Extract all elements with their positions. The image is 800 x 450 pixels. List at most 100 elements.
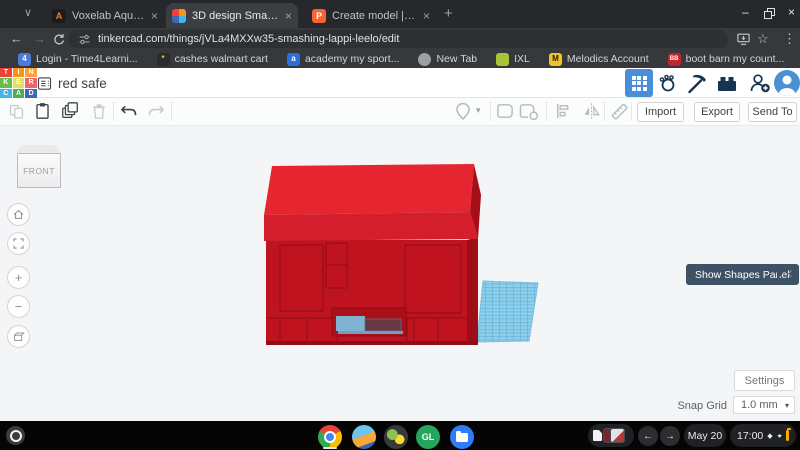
launcher-button[interactable]: [6, 426, 25, 445]
site-info-icon[interactable]: [78, 33, 91, 46]
ungroup-icon[interactable]: [519, 102, 539, 120]
design-properties-icon[interactable]: [37, 76, 52, 91]
browser-tab-strip: ∨ A Voxelab Aquila S3 3D Printer × 3D de…: [0, 0, 800, 28]
undo-icon[interactable]: [120, 103, 137, 119]
url-bar[interactable]: tinkercad.com/things/jVLa4MXXw35-smashin…: [68, 30, 728, 48]
logo-cell: E: [12, 78, 25, 88]
import-button[interactable]: Import: [637, 102, 684, 122]
design-canvas[interactable]: FRONT + − Show Shapes Panel ‹ Settings S…: [0, 126, 800, 421]
lego-brick-icon[interactable]: [716, 74, 738, 93]
bookmarks-bar: 4 Login - Time4Learni... * cashes walmar…: [0, 50, 800, 68]
group-icon[interactable]: [496, 102, 515, 120]
install-app-icon[interactable]: [736, 32, 751, 46]
bookmark-item[interactable]: IXL: [496, 52, 530, 66]
caret-down-icon: ▾: [784, 400, 789, 410]
account-avatar[interactable]: [774, 70, 800, 96]
status-tray[interactable]: 17:00 ◆: [730, 424, 796, 447]
bookmark-item[interactable]: * cashes walmart cart: [156, 52, 268, 66]
bookmark-favicon: 4: [18, 52, 31, 66]
plus-icon: +: [14, 270, 23, 285]
browser-tab-tinkercad[interactable]: 3D design Smashing Lappi-Lee ×: [166, 3, 298, 28]
view-cube[interactable]: FRONT: [17, 153, 61, 188]
screenshot-thumbnail[interactable]: [610, 428, 625, 443]
logo-cell: K: [0, 78, 12, 88]
workplane-icon[interactable]: [455, 102, 471, 121]
close-icon[interactable]: ×: [151, 10, 158, 22]
delete-icon[interactable]: [91, 102, 107, 120]
back-icon[interactable]: ←: [10, 31, 23, 46]
design-title[interactable]: red safe: [58, 76, 107, 91]
racing-game-app-icon[interactable]: [352, 425, 376, 449]
browser-tab-voxelab[interactable]: A Voxelab Aquila S3 3D Printer ×: [46, 3, 164, 28]
bookmark-favicon: BB: [667, 52, 681, 66]
tinker-3d-button[interactable]: [625, 69, 653, 97]
close-icon[interactable]: ×: [423, 10, 430, 22]
duplicate-icon[interactable]: [60, 101, 80, 121]
logo-cell: C: [0, 88, 12, 98]
bookmark-item[interactable]: M Melodics Account: [548, 52, 649, 66]
bookmark-label: New Tab: [436, 53, 478, 65]
gl-app-icon[interactable]: GL: [416, 425, 440, 449]
fit-view-button[interactable]: [7, 232, 30, 255]
date-tray[interactable]: May 20: [684, 424, 726, 447]
send-to-button[interactable]: Send To: [748, 102, 797, 122]
bookmark-favicon: [496, 52, 510, 66]
view-cube-top[interactable]: [15, 145, 61, 153]
browser-menu-icon[interactable]: ⋮: [783, 31, 796, 47]
tinkercad-logo[interactable]: T I N K E R C A D: [0, 68, 37, 98]
bookmark-item[interactable]: BB boot barn my count...: [667, 52, 784, 66]
browser-tab-printables[interactable]: P Create model | Printables.com ×: [306, 3, 436, 28]
align-icon[interactable]: [554, 102, 571, 120]
refresh-icon[interactable]: [52, 33, 65, 46]
workplane-caret-icon[interactable]: ▾: [476, 105, 481, 116]
bookmark-item[interactable]: a academy my sport...: [286, 52, 399, 66]
tab-title: Voxelab Aquila S3 3D Printer: [72, 9, 145, 22]
import-label: Import: [644, 106, 677, 118]
wifi-icon: [777, 434, 782, 438]
bookmark-star-icon[interactable]: ☆: [757, 31, 769, 47]
truck-game-app-icon[interactable]: [384, 425, 408, 449]
chrome-app-icon[interactable]: [318, 425, 342, 449]
forward-icon[interactable]: →: [33, 31, 46, 46]
add-collaborator-icon[interactable]: [749, 72, 772, 95]
new-tab-button[interactable]: +: [444, 5, 453, 22]
red-safe-model[interactable]: [264, 164, 481, 345]
bookmark-item[interactable]: 4 Login - Time4Learni...: [18, 52, 138, 66]
zoom-out-button[interactable]: −: [7, 295, 30, 318]
logo-cell: I: [12, 68, 25, 78]
bookmark-item[interactable]: New Tab: [418, 52, 478, 66]
shelf-next-button[interactable]: →: [660, 426, 680, 446]
tab-search-chevron-icon[interactable]: ∨: [24, 6, 32, 19]
grid-icon: [631, 75, 647, 91]
home-view-button[interactable]: [7, 203, 30, 226]
copy-icon[interactable]: [8, 103, 25, 120]
redo-icon[interactable]: [148, 103, 165, 119]
globe-icon: [418, 52, 432, 66]
minecraft-pickaxe-icon[interactable]: [685, 72, 708, 95]
toolbar-divider: [604, 102, 605, 121]
files-app-icon[interactable]: [450, 425, 474, 449]
toolbar-divider: [546, 102, 547, 121]
snap-grid-select[interactable]: 1.0 mm ▾: [733, 396, 795, 414]
paste-icon[interactable]: [34, 102, 51, 120]
ruler-icon[interactable]: [610, 102, 629, 121]
close-icon[interactable]: ×: [285, 10, 292, 22]
expand-shapes-panel-chevron[interactable]: ‹: [787, 263, 793, 283]
workplane-grid[interactable]: [476, 280, 539, 343]
export-button[interactable]: Export: [694, 102, 740, 122]
settings-button[interactable]: Settings: [734, 370, 795, 391]
canvas-3d-view[interactable]: [240, 140, 560, 360]
shelf-prev-button[interactable]: ←: [638, 426, 658, 446]
mirror-icon[interactable]: [582, 102, 601, 120]
restore-button[interactable]: [764, 8, 775, 19]
chromeos-shelf: GL ← → May 20 17:00 ◆: [0, 421, 800, 450]
logo-cell: R: [25, 78, 37, 88]
fit-view-icon: [13, 238, 24, 249]
holding-space-tray[interactable]: [588, 424, 634, 447]
sim-lab-icon[interactable]: [657, 72, 679, 94]
zoom-in-button[interactable]: +: [7, 266, 30, 289]
close-window-button[interactable]: ×: [788, 5, 795, 19]
chrome-icon-inner: [324, 431, 336, 443]
minimize-button[interactable]: –: [742, 5, 749, 19]
perspective-toggle-button[interactable]: [7, 325, 30, 348]
